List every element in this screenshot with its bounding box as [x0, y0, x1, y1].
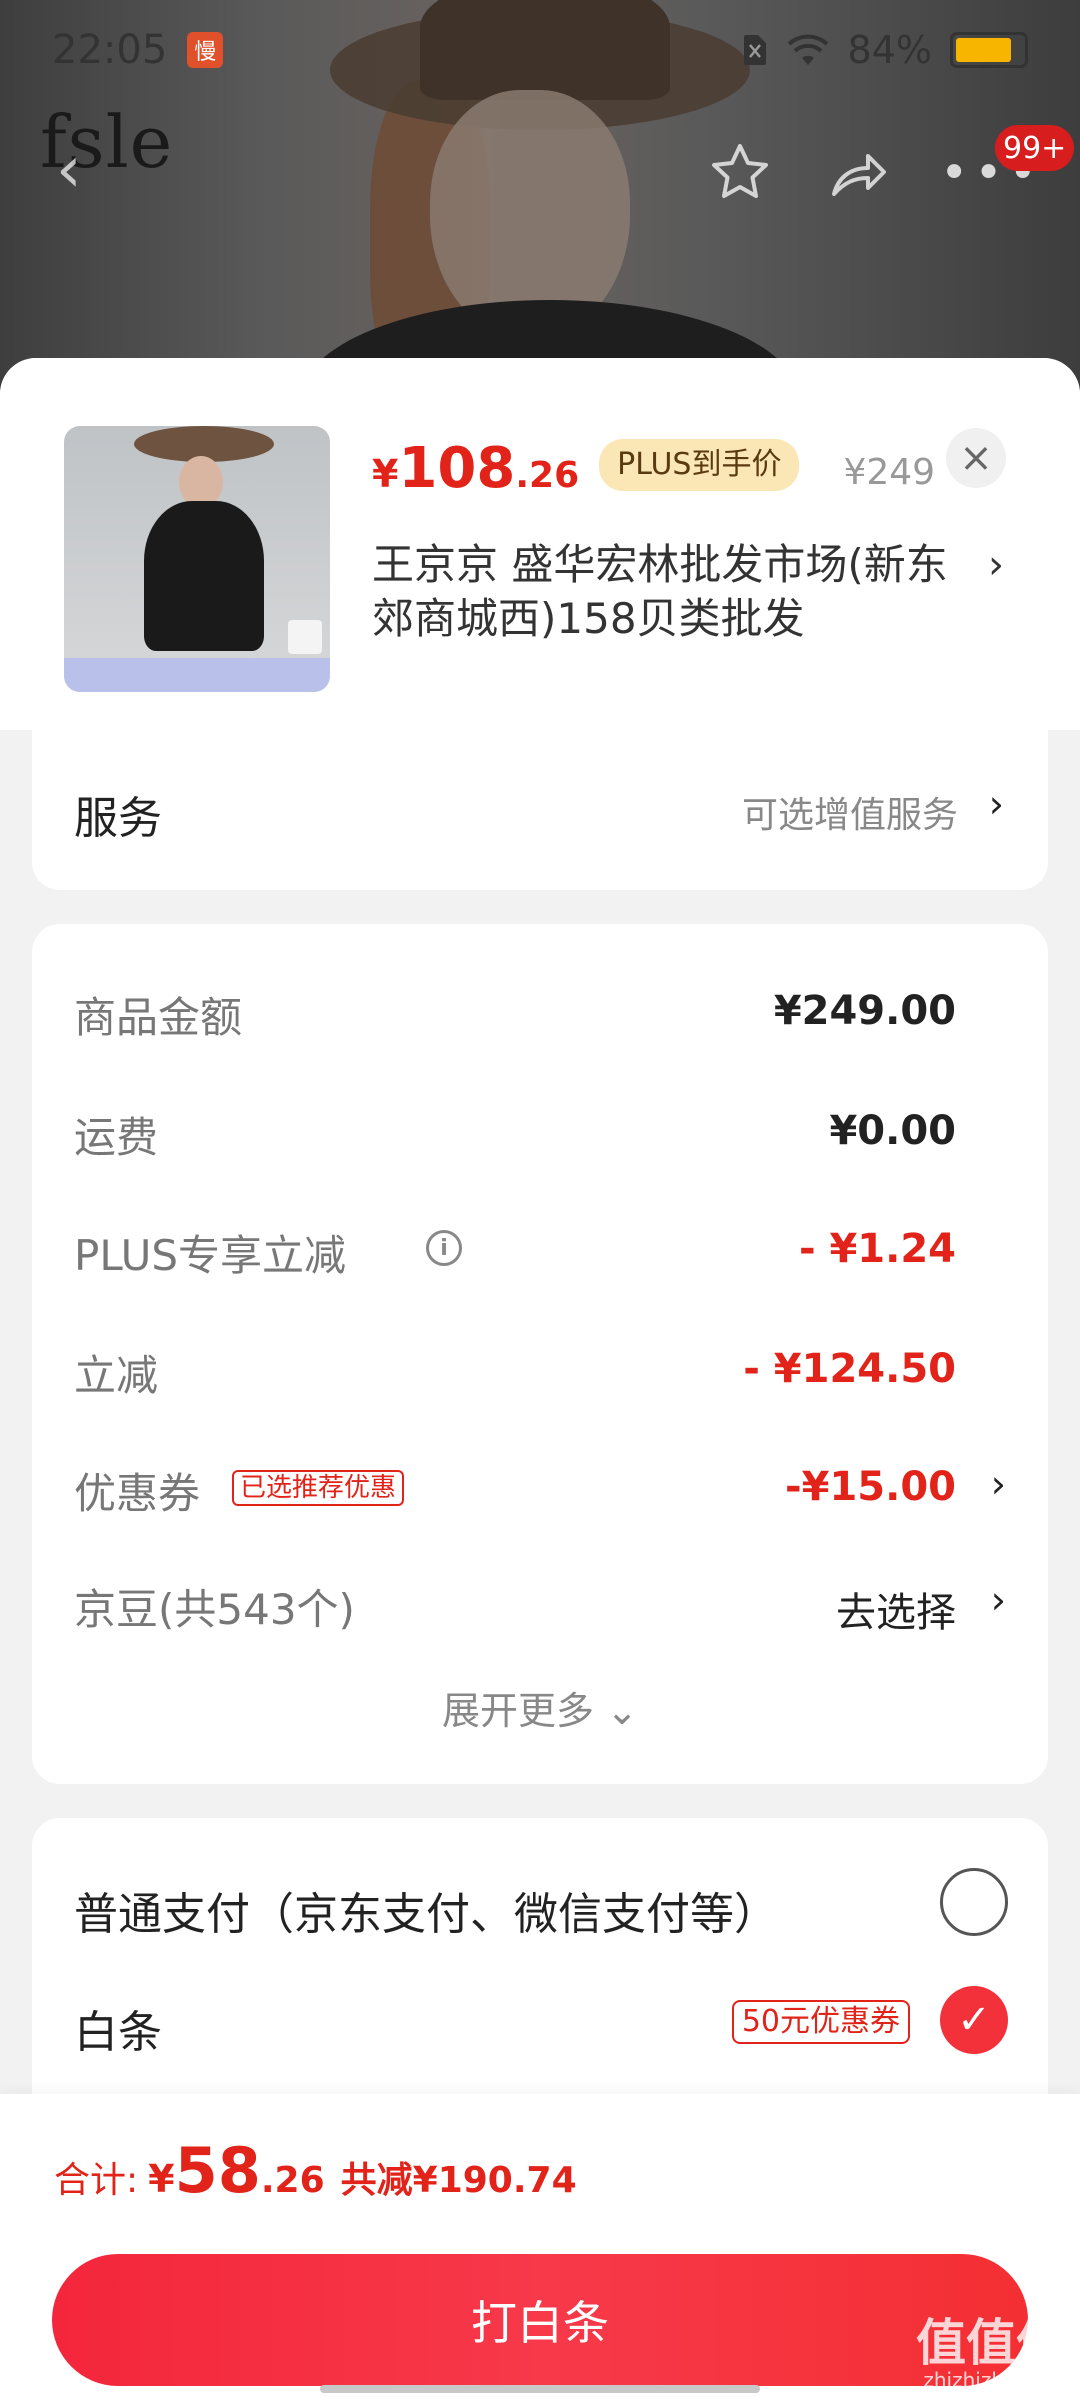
- service-hint: 可选增值服务: [741, 795, 958, 836]
- baitiao-coupon-tag: 50元优惠券: [731, 2000, 910, 2044]
- payment-card: 普通支付（京东支付、微信支付等） 白条 50元优惠券 ✓: [32, 1818, 1048, 2118]
- amount-label: 优惠券: [74, 1469, 201, 1518]
- home-indicator[interactable]: [320, 2385, 760, 2393]
- status-time: 22:05: [52, 27, 168, 73]
- product-thumbnail[interactable]: [64, 426, 330, 692]
- address-selector[interactable]: 王京京 盛华宏林批发市场(新东郊商城西)158贝类批发 ›: [372, 538, 1012, 646]
- app-notification-icon: 慢: [187, 32, 224, 68]
- amount-value: ¥0.00: [829, 1108, 956, 1154]
- amount-card: 商品金额 ¥249.00 运费 ¥0.00 PLUS专享立减 i - ¥1.24…: [32, 924, 1048, 1784]
- thumb-dress: [144, 501, 264, 651]
- watermark-text: 值值值: [916, 2314, 1066, 2372]
- message-count-badge: 99+: [995, 125, 1075, 171]
- chevron-right-icon: ›: [988, 782, 1004, 826]
- sim-icon: [743, 35, 766, 65]
- price-row: ¥ 108 .26 PLUS到手价 ¥249: [372, 436, 935, 501]
- service-card[interactable]: 服务 可选增值服务 ›: [32, 730, 1048, 890]
- favorite-star-icon[interactable]: [705, 138, 775, 208]
- chevron-right-icon: ›: [990, 1578, 1006, 1622]
- total-line: 合计: ¥ 58 .26 共减¥190.74: [54, 2134, 577, 2207]
- amount-value: - ¥1.24: [798, 1226, 956, 1272]
- amount-label: 商品金额: [74, 993, 243, 1042]
- address-text: 王京京 盛华宏林批发市场(新东郊商城西)158贝类批发: [372, 540, 948, 643]
- amount-value: -¥15.00: [785, 1464, 956, 1510]
- total-integer: 58: [174, 2134, 261, 2207]
- radio-unchecked[interactable]: [940, 1868, 1008, 1936]
- thumb-promo-band: [64, 658, 330, 692]
- chevron-right-icon: ›: [988, 542, 1004, 588]
- battery-icon: [950, 32, 1028, 68]
- amount-value: 去选择: [836, 1590, 956, 1636]
- payment-label: 普通支付（京东支付、微信支付等）: [74, 1889, 778, 1940]
- price-decimal: .26: [515, 455, 580, 496]
- amount-value: - ¥124.50: [743, 1346, 956, 1392]
- original-price: ¥249: [843, 452, 936, 493]
- status-bar: 22:05 慢 84%: [0, 0, 1080, 100]
- close-button[interactable]: ×: [946, 428, 1006, 488]
- status-right: 84%: [742, 28, 1028, 72]
- share-icon[interactable]: [822, 138, 892, 208]
- payment-label: 白条: [74, 2007, 162, 2058]
- battery-level: [956, 38, 1012, 62]
- price-integer: 108: [398, 436, 516, 501]
- pay-baitiao-button[interactable]: 打白条: [52, 2254, 1028, 2386]
- plus-price-tag: PLUS到手价: [599, 438, 800, 491]
- payment-option-normal[interactable]: 普通支付（京东支付、微信支付等）: [74, 1868, 1008, 1948]
- amount-row-plus: PLUS专享立减 i - ¥1.24: [74, 1222, 1006, 1282]
- amount-row-jingdou[interactable]: 京豆(共543个) 去选择 ›: [74, 1576, 1006, 1636]
- amount-label: 京豆(共543个): [74, 1585, 355, 1634]
- price-symbol: ¥: [372, 452, 399, 496]
- total-symbol: ¥: [148, 2157, 175, 2201]
- amount-label: 运费: [74, 1113, 159, 1162]
- watermark-url: zhizhizhi.com: [923, 2368, 1059, 2392]
- thumb-tag: [288, 620, 322, 654]
- amount-row-discount: 立减 - ¥124.50: [74, 1342, 1006, 1402]
- amount-row-shipping: 运费 ¥0.00: [74, 1104, 1006, 1164]
- product-summary: ¥ 108 .26 PLUS到手价 ¥249 × 王京京 盛华宏林批发市场(新东…: [0, 358, 1080, 730]
- wifi-icon: [787, 34, 828, 65]
- amount-label: PLUS专享立减: [74, 1231, 347, 1280]
- check-icon[interactable]: ✓: [940, 1986, 1008, 2054]
- chevron-right-icon: ›: [990, 1462, 1006, 1506]
- payment-option-baitiao[interactable]: 白条 50元优惠券 ✓: [74, 1986, 1008, 2066]
- service-title: 服务: [74, 793, 162, 844]
- amount-row-coupon[interactable]: 优惠券 已选推荐优惠 -¥15.00 ›: [74, 1460, 1006, 1520]
- expand-more-button[interactable]: 展开更多 ⌄: [32, 1680, 1048, 1735]
- amount-label: 立减: [74, 1351, 159, 1400]
- total-decimal: .26: [260, 2160, 325, 2201]
- watermark-logo: 值值值 zhizhizhi.com: [916, 2318, 1066, 2392]
- amount-row-goods: 商品金额 ¥249.00: [74, 984, 1006, 1044]
- battery-percent: 84%: [847, 28, 932, 72]
- total-label: 合计:: [54, 2160, 139, 2201]
- amount-value: ¥249.00: [773, 988, 956, 1034]
- total-savings: 共减¥190.74: [340, 2160, 577, 2201]
- info-icon[interactable]: i: [426, 1230, 462, 1266]
- back-icon[interactable]: ‹: [56, 138, 96, 202]
- coupon-tag: 已选推荐优惠: [232, 1470, 405, 1506]
